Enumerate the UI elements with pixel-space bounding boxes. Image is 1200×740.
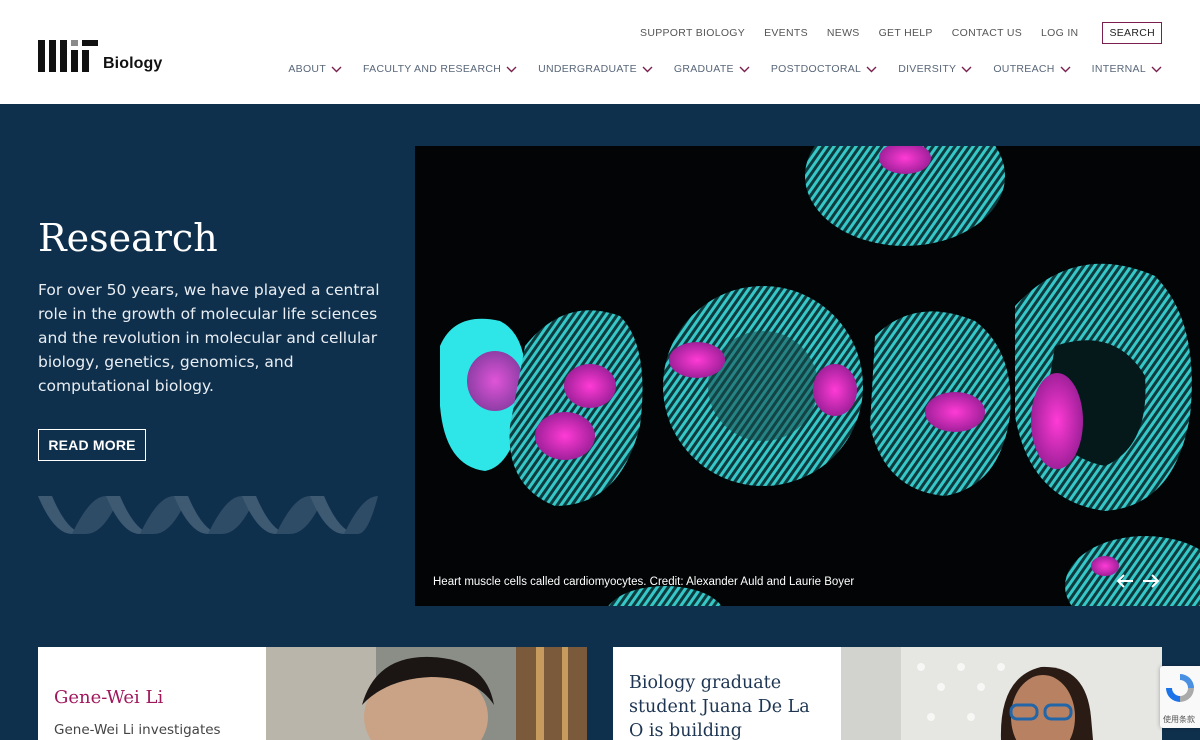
nav-label: FACULTY AND RESEARCH xyxy=(363,63,502,75)
nav-diversity[interactable]: DIVERSITY xyxy=(898,60,972,78)
chevron-down-icon xyxy=(866,66,877,72)
card-title[interactable]: Biology graduate student Juana De La O i… xyxy=(629,671,825,740)
feature-card-gene-wei-li[interactable]: Gene-Wei Li Gene-Wei Li investigates xyxy=(38,647,587,740)
utility-news[interactable]: NEWS xyxy=(827,22,860,44)
mit-biology-logo[interactable]: Biology xyxy=(38,40,162,72)
nav-postdoctoral[interactable]: POSTDOCTORAL xyxy=(771,60,877,78)
utility-get-help[interactable]: GET HELP xyxy=(879,22,933,44)
chevron-down-icon xyxy=(331,66,342,72)
nav-label: INTERNAL xyxy=(1091,63,1146,75)
dna-helix-decoration xyxy=(38,496,378,534)
nav-label: GRADUATE xyxy=(673,63,734,75)
nav-label: DIVERSITY xyxy=(898,63,957,75)
hero-title: Research xyxy=(38,216,218,260)
feature-card-juana-de-la-o[interactable]: Biology graduate student Juana De La O i… xyxy=(613,647,1162,740)
card-title[interactable]: Gene-Wei Li xyxy=(54,687,250,708)
recaptcha-badge[interactable]: 使用条款 xyxy=(1160,666,1200,728)
search-button[interactable]: SEARCH xyxy=(1102,22,1162,44)
utility-nav: SUPPORT BIOLOGY EVENTS NEWS GET HELP CON… xyxy=(621,22,1162,44)
utility-log-in[interactable]: LOG IN xyxy=(1041,22,1078,44)
nav-faculty-and-research[interactable]: FACULTY AND RESEARCH xyxy=(363,60,517,78)
logo-text: Biology xyxy=(103,55,163,72)
main-nav: ABOUT FACULTY AND RESEARCH UNDERGRADUATE… xyxy=(267,60,1162,78)
recaptcha-icon xyxy=(1166,674,1194,702)
nav-undergraduate[interactable]: UNDERGRADUATE xyxy=(538,60,653,78)
nav-internal[interactable]: INTERNAL xyxy=(1092,60,1162,78)
nav-graduate[interactable]: GRADUATE xyxy=(674,60,750,78)
chevron-down-icon xyxy=(1151,66,1162,72)
chevron-down-icon xyxy=(739,66,750,72)
nav-label: POSTDOCTORAL xyxy=(770,63,862,75)
arrow-left-icon[interactable] xyxy=(1116,573,1134,589)
hero-carousel-image: Heart muscle cells called cardiomyocytes… xyxy=(415,146,1200,606)
nav-label: OUTREACH xyxy=(993,63,1055,75)
chevron-down-icon xyxy=(961,66,972,72)
card-text: Biology graduate student Juana De La O i… xyxy=(613,647,841,740)
nav-label: ABOUT xyxy=(288,63,327,75)
image-caption: Heart muscle cells called cardiomyocytes… xyxy=(433,576,855,588)
utility-events[interactable]: EVENTS xyxy=(764,22,808,44)
arrow-right-icon[interactable] xyxy=(1142,573,1160,589)
nav-label: UNDERGRADUATE xyxy=(538,63,637,75)
site-header: Biology SUPPORT BIOLOGY EVENTS NEWS GET … xyxy=(0,0,1200,104)
utility-contact-us[interactable]: CONTACT US xyxy=(952,22,1022,44)
nav-about[interactable]: ABOUT xyxy=(288,60,342,78)
nav-outreach[interactable]: OUTREACH xyxy=(993,60,1071,78)
chevron-down-icon xyxy=(1060,66,1071,72)
recaptcha-terms[interactable]: 使用条款 xyxy=(1163,714,1195,725)
hero-description: For over 50 years, we have played a cent… xyxy=(38,281,380,395)
card-photo-portrait xyxy=(266,647,587,740)
chevron-down-icon xyxy=(506,66,517,72)
cardiomyocytes-image xyxy=(415,146,1200,606)
card-text: Gene-Wei Li Gene-Wei Li investigates xyxy=(38,647,266,740)
card-subtitle: Gene-Wei Li investigates xyxy=(54,722,221,738)
chevron-down-icon xyxy=(642,66,653,72)
mit-logo-icon xyxy=(38,40,98,72)
read-more-button[interactable]: READ MORE xyxy=(38,429,146,461)
utility-support-biology[interactable]: SUPPORT BIOLOGY xyxy=(640,22,745,44)
card-photo-portrait xyxy=(841,647,1162,740)
